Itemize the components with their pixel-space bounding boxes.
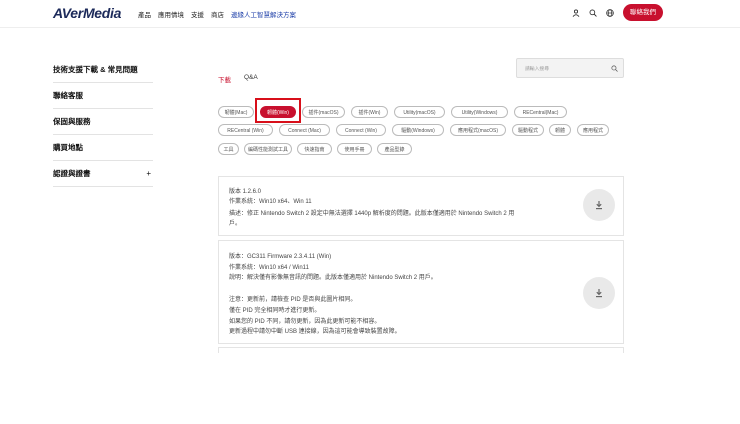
sidebar-item-where-to-buy[interactable]: 購買地點 [53,135,153,161]
contact-us-button[interactable]: 聯絡我們 [623,4,663,21]
download-version: 版本 1.2.6.0 [229,189,262,195]
user-icon[interactable] [572,9,580,17]
download-card: 版本 1.2.6.0 作業系統：Win10 x64、Win 11 描述：修正 N… [218,176,624,236]
filter-chip[interactable]: 插件(Win) [351,106,388,118]
header-icons [572,9,614,17]
filter-chip[interactable]: 驅動(Windows) [392,124,444,136]
download-icon [596,289,602,298]
tab-downloads[interactable]: 下載 [218,74,231,84]
sidebar-item-label: 技術支援下載 & 常見問題 [53,65,138,74]
filter-chip[interactable]: 韌體 [549,124,571,136]
search-icon[interactable] [589,9,597,17]
filter-chip[interactable]: RECentral (Win) [218,124,273,136]
tab-qa[interactable]: Q&A [244,74,258,84]
top-navigation-bar: AVerMedia 產品 應用情境 支援 商店 邊緣人工智慧解決方案 聯絡我們 [0,0,740,28]
sidebar-item-customer-service[interactable]: 聯絡客服 [53,83,153,109]
nav-support[interactable]: 支援 [191,9,204,19]
sidebar-item-label: 聯絡客服 [53,91,83,100]
filter-chip[interactable]: 插件(macOS) [302,106,345,118]
download-icon [596,201,602,210]
filter-chip[interactable]: 使用手冊 [337,143,372,155]
filter-chip[interactable]: Utility(Windows) [451,106,508,118]
nav-products[interactable]: 產品 [138,9,151,19]
download-card: 版本：GC311 Firmware 2.3.4.11 (Win) 作業系統：Wi… [218,240,624,344]
sidebar-item-label: 認證與證書 [53,169,91,178]
sidebar-item-certifications[interactable]: 認證與證書 + [53,161,153,187]
filter-chip[interactable]: 韌體(Mac) [218,106,254,118]
main-nav: 產品 應用情境 支援 商店 邊緣人工智慧解決方案 [138,9,303,19]
content-tabs: 下載 Q&A [218,74,258,84]
download-note: 注意：更新前，請檢查 PID 是否與此圖片相同。 [229,297,357,303]
filter-chip[interactable]: 工具 [218,143,239,155]
search-icon[interactable] [611,65,618,72]
search-input[interactable]: 請輸入搜尋 [516,58,624,78]
download-description: 說明：解決僅有影像無音訊的問題。此版本僅適用於 Nintendo Switch … [229,275,437,281]
nav-store[interactable]: 商店 [211,9,224,19]
expand-icon[interactable]: + [146,169,151,178]
download-version: 版本：GC311 Firmware 2.3.4.11 (Win) [229,254,332,260]
nav-edge-ai[interactable]: 邊緣人工智慧解決方案 [231,9,296,19]
filter-chip[interactable]: 產品型錄 [377,143,412,155]
filter-chip[interactable]: Connect (Win) [336,124,386,136]
filter-chip[interactable]: 應用程式 [577,124,609,136]
filter-chip[interactable]: Connect (Mac) [279,124,330,136]
globe-icon[interactable] [606,9,614,17]
download-description-cont: 戶。 [229,221,242,227]
sidebar-item-warranty[interactable]: 保固與服務 [53,109,153,135]
download-card-partial [218,347,624,353]
filter-chip[interactable]: Utility(macOS) [394,106,445,118]
filter-chip[interactable]: RECentral(Mac) [514,106,567,118]
support-sidebar: 技術支援下載 & 常見問題 聯絡客服 保固與服務 購買地點 認證與證書 + [53,57,153,187]
sidebar-item-label: 購買地點 [53,143,83,152]
avermedia-logo[interactable]: AVerMedia [53,5,121,21]
search-placeholder: 請輸入搜尋 [525,67,549,72]
download-description: 描述：修正 Nintendo Switch 2 設定中無法選擇 1440p 解析… [229,211,515,217]
nav-applications[interactable]: 應用情境 [158,9,184,19]
download-os: 作業系統：Win10 x64、Win 11 [229,199,312,205]
filter-chip[interactable]: 快速指南 [297,143,332,155]
download-note: 更新過程中請勿中斷 USB 連接線，因為這可能會導致裝置故障。 [229,329,401,335]
sidebar-item-downloads-faq[interactable]: 技術支援下載 & 常見問題 [53,57,153,83]
highlight-box [255,98,301,123]
download-note: 如果您的 PID 不同，請勿更新，因為此更新可能不相容。 [229,319,381,325]
filter-chip[interactable]: 驅動程式 [512,124,544,136]
filter-chip[interactable]: 應用程式(macOS) [450,124,506,136]
download-note: 僅在 PID 完全相同時才進行更新。 [229,308,321,314]
download-button[interactable] [583,189,615,221]
download-button[interactable] [583,277,615,309]
sidebar-item-label: 保固與服務 [53,117,91,126]
download-os: 作業系統：Win10 x64 / Win11 [229,265,309,271]
filter-chip[interactable]: 編碼性能測試工具 [244,143,292,155]
